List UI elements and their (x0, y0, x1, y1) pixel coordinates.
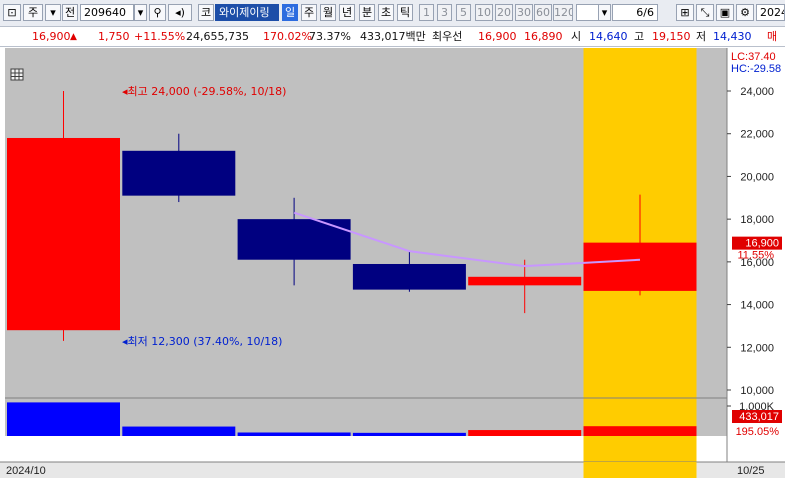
interval-60-button[interactable]: 60 (534, 4, 552, 21)
candle-icon[interactable]: ⊞ (676, 4, 694, 21)
interval-30-button[interactable]: 30 (515, 4, 533, 21)
table-icon (10, 68, 24, 81)
interval-120-button[interactable]: 120 (553, 4, 573, 21)
crosshair-icon[interactable]: ⤡ (696, 4, 714, 21)
low-annotation: ◂최저 12,300 (37.40%, 10/18) (122, 335, 282, 348)
year-field[interactable]: 2024 (756, 4, 785, 21)
price-pct-label: 11.55% (738, 250, 775, 262)
highlight-column-axis (583, 462, 697, 478)
trade-value: 433,017백만 (360, 30, 426, 43)
price-change-pct: +11.55% (134, 30, 186, 43)
market-select[interactable]: 주 (23, 4, 43, 21)
volume-ratio: 170.02% (263, 30, 312, 43)
low-label: 저 (696, 30, 707, 43)
interval-1-button[interactable]: 1 (419, 4, 434, 21)
period-second-button[interactable]: 초 (378, 4, 394, 21)
y-tick-label: 14,000 (740, 300, 774, 312)
volume-bar (122, 426, 236, 436)
turnover-pct: 73.37% (309, 30, 351, 43)
code-dropdown-icon[interactable]: ▾ (134, 4, 147, 21)
period-year-button[interactable]: 년 (339, 4, 355, 21)
high-label: 고 (634, 30, 645, 43)
type-label: 코 (198, 4, 214, 21)
interval-3-button[interactable]: 3 (437, 4, 452, 21)
y-tick-label: 22,000 (740, 129, 774, 141)
x-axis-label-end: 10/25 (737, 465, 765, 477)
best-ask: 16,900 (478, 30, 517, 43)
period-day-button[interactable]: 일 (282, 4, 298, 21)
search-icon[interactable]: ⚲ (149, 4, 166, 21)
interval-20-button[interactable]: 20 (495, 4, 513, 21)
high-annotation: ◂최고 24,000 (-29.58%, 10/18) (122, 85, 286, 98)
page-indicator: 6/6 (612, 4, 658, 21)
price-tag-label: 16,900 (745, 238, 779, 250)
period-tick-button[interactable]: 틱 (397, 4, 413, 21)
period-week-button[interactable]: 주 (301, 4, 317, 21)
candle-body (352, 263, 466, 290)
y-tick-label: 12,000 (740, 342, 774, 354)
candle-body (122, 150, 236, 196)
chevron-down-icon[interactable]: ▾ (45, 4, 61, 21)
interval-dropdown-icon[interactable]: ▾ (598, 4, 611, 21)
current-price: 16,900 (32, 30, 71, 43)
up-marker-icon: ▲ (70, 32, 77, 42)
volume-bar (237, 432, 351, 436)
speaker-icon[interactable]: ◂) (168, 4, 192, 21)
candle-body (7, 137, 120, 331)
chart-svg: 10,00012,00014,00016,00018,00020,00022,0… (0, 47, 785, 478)
price-chart[interactable]: 10,000 12,000 14,000 16,000 18,000 20,000 22,0… (0, 47, 785, 478)
quote-bar: 16,900 ▲ 1,750 +11.55% 24,655,735 170.02… (0, 27, 785, 47)
y-tick-label: 20,000 (740, 171, 774, 183)
volume-bar (583, 426, 697, 436)
gear-icon[interactable]: ⚙ (736, 4, 754, 21)
volume-bar (7, 402, 120, 436)
candle-body (583, 242, 697, 291)
code-input[interactable]: 209640 (80, 4, 134, 21)
volume-tag-label: 433,017 (739, 411, 779, 423)
y-tick-label: 24,000 (740, 86, 774, 98)
volume-bar (468, 430, 582, 436)
candle-body (468, 276, 582, 286)
interval-10-button[interactable]: 10 (475, 4, 493, 21)
y-tick-label: 10,000 (740, 385, 774, 397)
high-price: 19,150 (652, 30, 691, 43)
best-bid-label: 최우선 (432, 30, 463, 43)
prev-button[interactable]: 전 (62, 4, 78, 21)
window-icon[interactable]: ⊡ (3, 4, 21, 21)
hc-label: HC:-29.58 (731, 63, 781, 75)
stock-name: 와이제이링 (215, 4, 279, 21)
price-change: 1,750 (98, 30, 130, 43)
period-minute-button[interactable]: 분 (359, 4, 375, 21)
volume-pct-label: 195.05% (736, 426, 780, 438)
open-label: 시 (571, 30, 582, 43)
toolbar: ⊡ 주 ▾ 전 209640 ▾ ⚲ ◂) 코 와이제이링 일 주 월 년 분 … (0, 0, 785, 27)
save-icon[interactable]: ▣ (716, 4, 734, 21)
more-button[interactable]: 매 (767, 30, 777, 44)
table-icon-frame (10, 68, 24, 81)
low-price: 14,430 (713, 30, 752, 43)
volume-bar (352, 432, 466, 436)
best-bid: 16,890 (524, 30, 563, 43)
period-month-button[interactable]: 월 (320, 4, 336, 21)
lc-label: LC:37.40 (731, 51, 776, 63)
open-price: 14,640 (589, 30, 628, 43)
x-axis-label-start: 2024/10 (6, 465, 46, 477)
y-tick-label: 18,000 (740, 214, 774, 226)
volume: 24,655,735 (186, 30, 249, 43)
interval-5-button[interactable]: 5 (456, 4, 471, 21)
